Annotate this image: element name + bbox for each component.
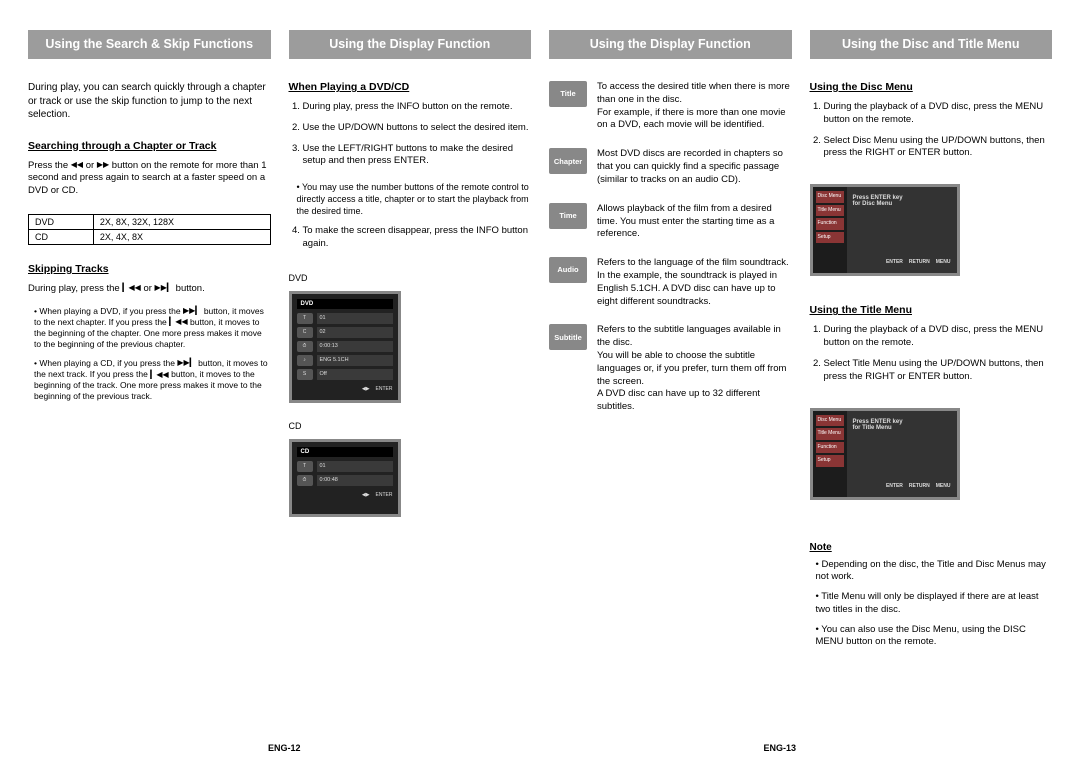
subtitle-badge-icon: Subtitle <box>549 324 587 350</box>
speed-dvd-values: 2X, 8X, 32X, 128X <box>93 214 270 229</box>
steps-title-menu: During the playback of a DVD disc, press… <box>810 324 1053 391</box>
section-skipping: Skipping Tracks <box>28 263 271 275</box>
rewind-icon: ◀◀ <box>71 160 83 171</box>
section-disc-menu: Using the Disc Menu <box>810 81 1053 93</box>
steps-display-cont: To make the screen disappear, press the … <box>289 225 532 259</box>
def-title: Title To access the desired title when t… <box>549 81 792 132</box>
speed-cd-values: 2X, 4X, 8X <box>93 229 270 244</box>
def-chapter: Chapter Most DVD discs are recorded in c… <box>549 148 792 186</box>
screenshot-disc-menu: Disc Menu Title Menu Function Setup Pres… <box>810 184 960 276</box>
skip-next-icon: ▶▶▎ <box>183 306 201 316</box>
column-display-1: Using the Display Function When Playing … <box>289 30 532 657</box>
steps-disc-menu: During the playback of a DVD disc, press… <box>810 101 1053 168</box>
def-audio: Audio Refers to the language of the film… <box>549 257 792 308</box>
header-col2: Using the Display Function <box>289 30 532 59</box>
header-col3: Using the Display Function <box>549 30 792 59</box>
page-number-left: ENG-12 <box>268 743 301 753</box>
def-time: Time Allows playback of the film from a … <box>549 203 792 241</box>
column-display-2: Using the Display Function Title To acce… <box>549 30 792 657</box>
screenshot-dvd-info: DVD T01 C02 ⏱0:00:13 ♪ENG 5.1CH SOff ◀▶E… <box>289 291 401 403</box>
skip-prev-icon: ▎◀◀ <box>150 370 168 380</box>
title-badge-icon: Title <box>549 81 587 107</box>
time-badge-icon: Time <box>549 203 587 229</box>
column-disc-title-menu: Using the Disc and Title Menu Using the … <box>810 30 1053 657</box>
skip-next-icon: ▶▶▎ <box>155 283 173 294</box>
label-cd: CD <box>289 421 532 431</box>
screenshot-title-menu: Disc Menu Title Menu Function Setup Pres… <box>810 408 960 500</box>
chapter-badge-icon: Chapter <box>549 148 587 174</box>
section-title-menu: Using the Title Menu <box>810 304 1053 316</box>
section-playing-dvd-cd: When Playing a DVD/CD <box>289 81 532 93</box>
header-col1: Using the Search & Skip Functions <box>28 30 271 59</box>
skip-next-icon: ▶▶▎ <box>177 358 195 368</box>
speed-dvd-label: DVD <box>29 214 94 229</box>
screenshot-cd-info: CD T01 ⏱0:00:48 ◀▶ENTER <box>289 439 401 517</box>
search-body: Press the ◀◀ or ▶▶ button on the remote … <box>28 160 271 198</box>
speed-cd-label: CD <box>29 229 94 244</box>
skip-body: During play, press the ▎◀◀ or ▶▶▎ button… <box>28 283 271 296</box>
skip-notes: When playing a DVD, if you press the ▶▶▎… <box>28 306 271 410</box>
page-number-right: ENG-13 <box>763 743 796 753</box>
def-subtitle: Subtitle Refers to the subtitle language… <box>549 324 792 414</box>
note-heading: Note <box>810 542 1053 553</box>
forward-icon: ▶▶ <box>97 160 109 171</box>
label-dvd: DVD <box>289 273 532 283</box>
skip-prev-icon: ▎◀◀ <box>122 283 140 294</box>
skip-prev-icon: ▎◀◀ <box>169 317 187 327</box>
intro-text: During play, you can search quickly thro… <box>28 81 271 122</box>
header-col4: Using the Disc and Title Menu <box>810 30 1053 59</box>
disc-title-notes: Depending on the disc, the Title and Dis… <box>810 559 1053 657</box>
steps-display: During play, press the INFO button on th… <box>289 101 532 176</box>
section-searching: Searching through a Chapter or Track <box>28 140 271 152</box>
column-search-skip: Using the Search & Skip Functions During… <box>28 30 271 657</box>
audio-badge-icon: Audio <box>549 257 587 283</box>
sub-bullet-number-buttons: • You may use the number buttons of the … <box>297 182 532 217</box>
speed-table: DVD 2X, 8X, 32X, 128X CD 2X, 4X, 8X <box>28 214 271 245</box>
